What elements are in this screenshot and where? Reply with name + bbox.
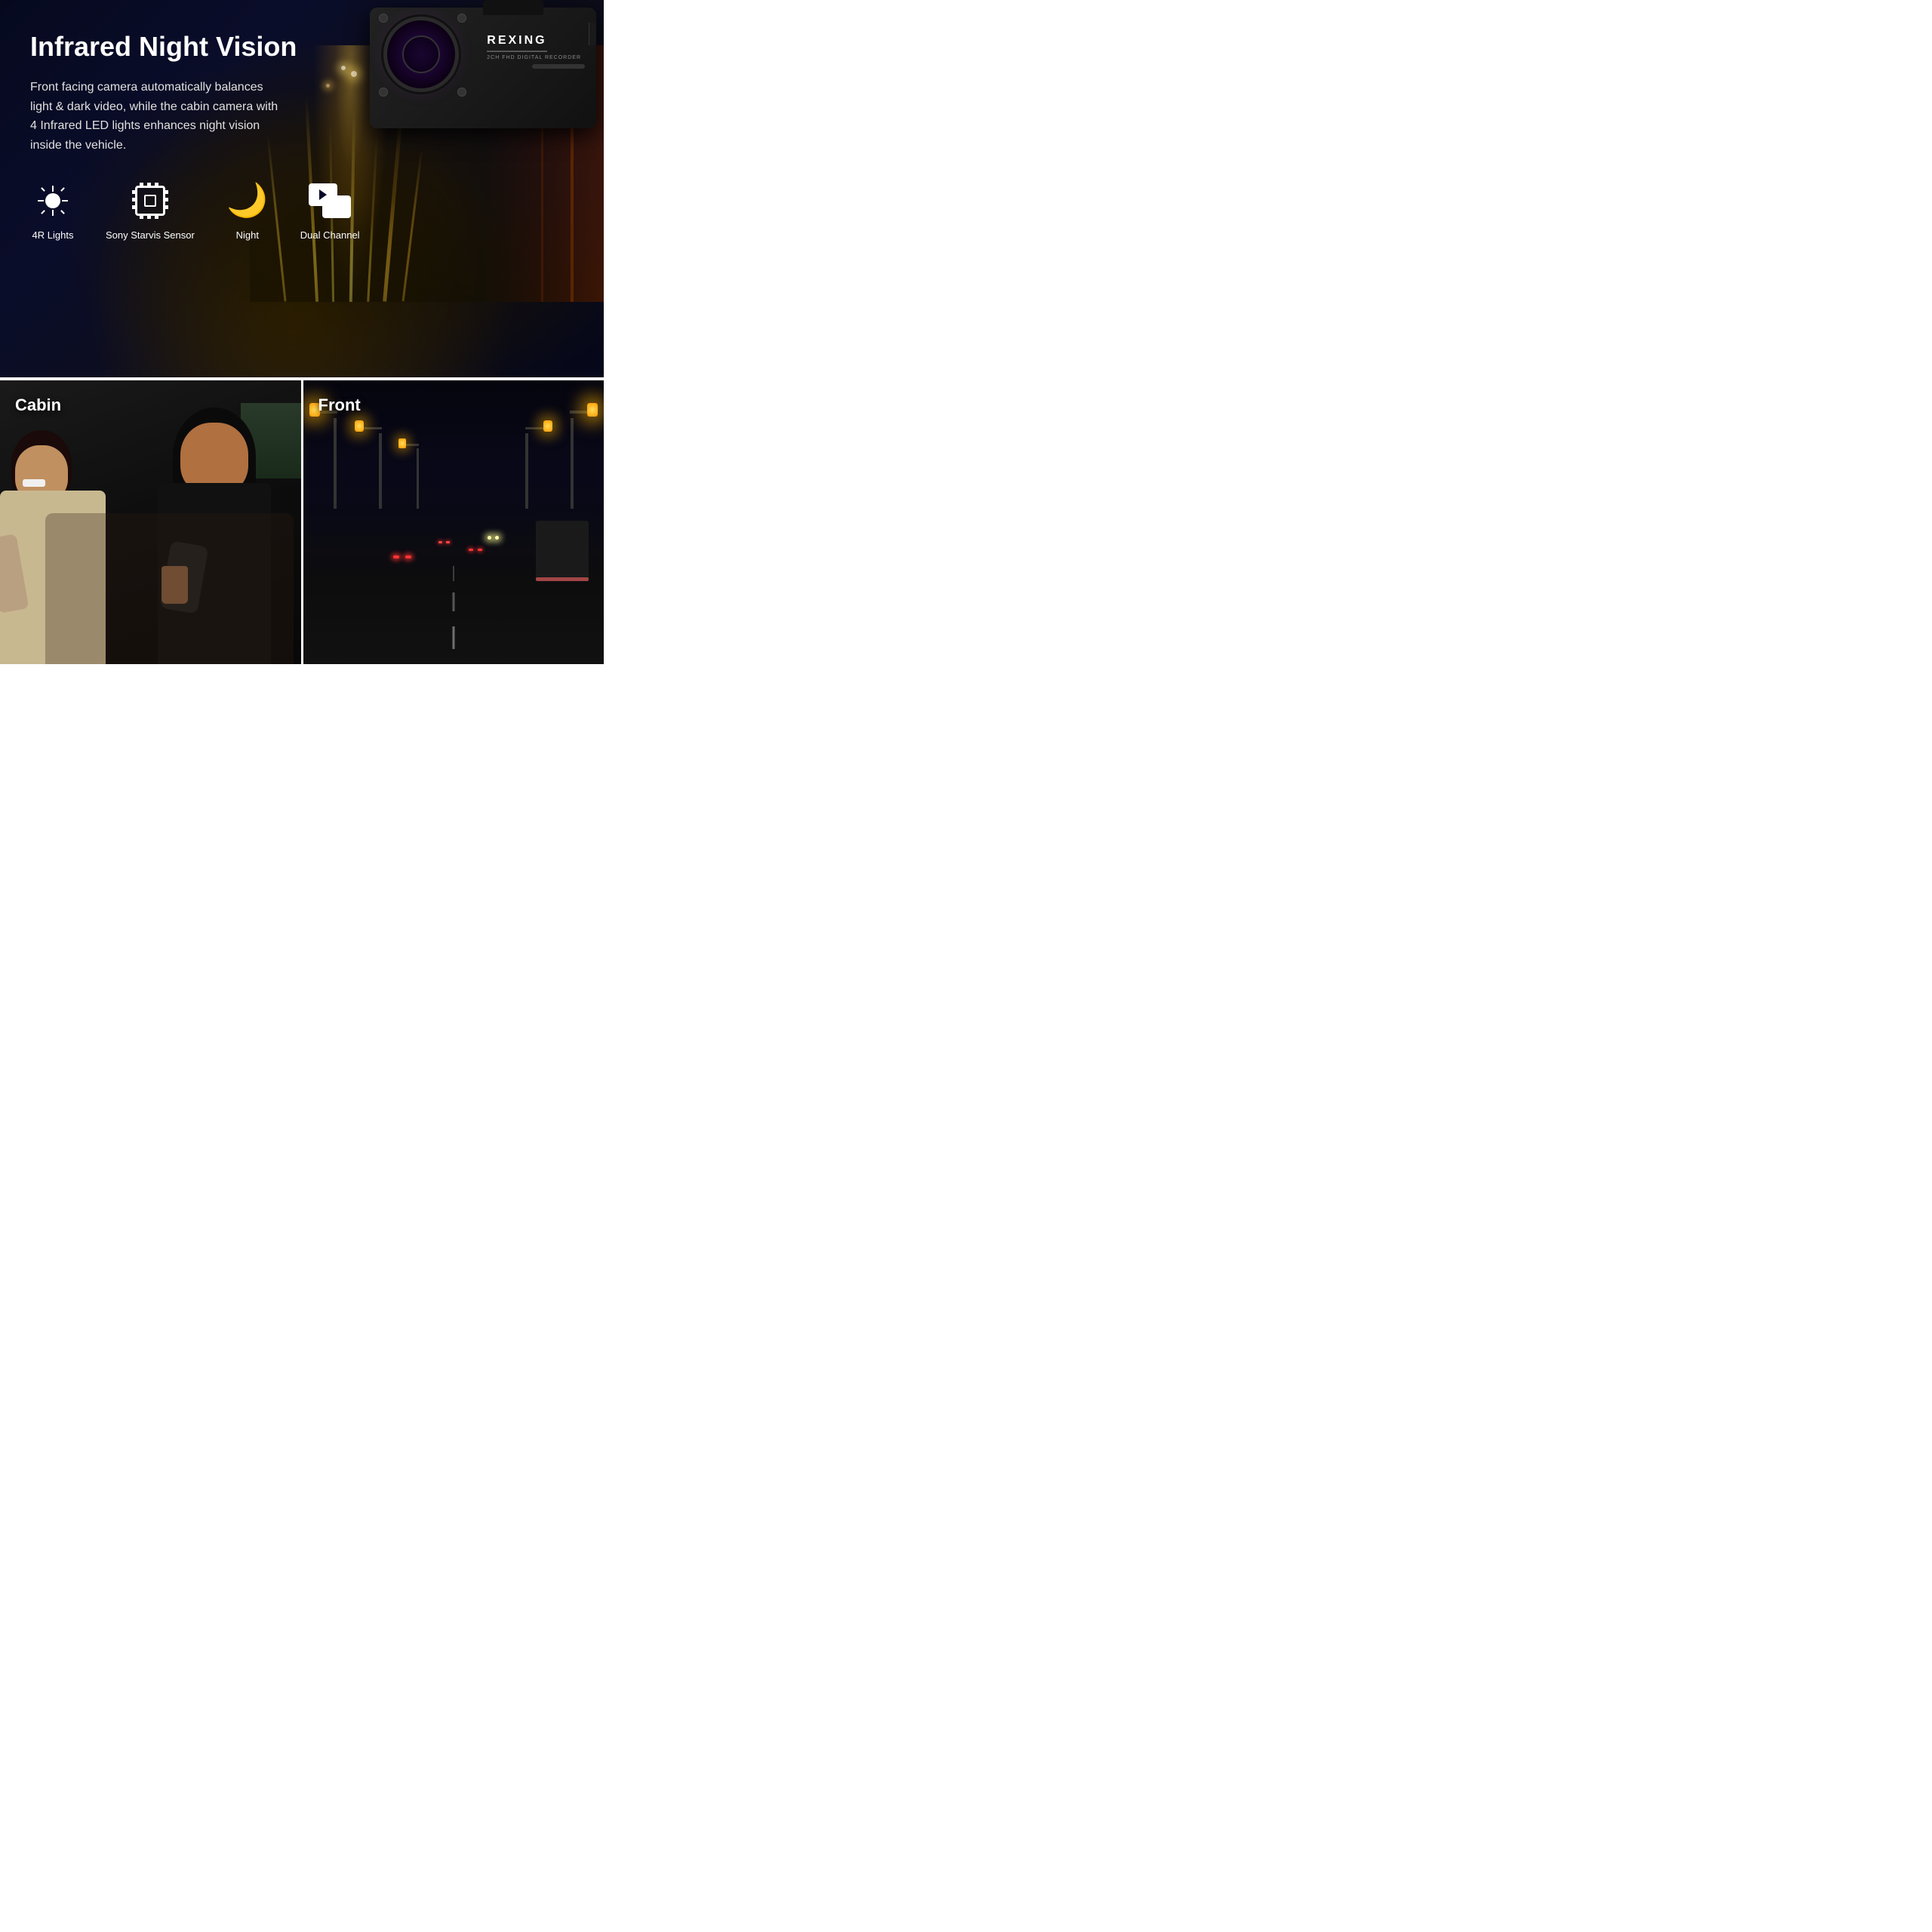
top-section: REXING 2CH FHD DIGITAL RECORDER Infrared… [0, 0, 604, 377]
ir-dot-tr [457, 14, 466, 23]
feature-night: 🌙 Night [225, 178, 270, 241]
feature-icon-4r [30, 178, 75, 223]
top-content: Infrared Night Vision Front facing camer… [30, 30, 574, 155]
ray-n [52, 186, 54, 192]
cabin-panel: Cabin [0, 380, 303, 664]
ray-e [62, 200, 68, 202]
tail-light-l2 [469, 549, 473, 551]
pin-r3 [165, 205, 168, 209]
ray-ne [60, 187, 65, 192]
car-3-lights [438, 541, 450, 543]
tail-light-r [405, 555, 411, 558]
camera-mount [483, 0, 543, 15]
pole-r2 [525, 433, 528, 509]
moon-icon: 🌙 [226, 184, 268, 217]
sun-center [45, 193, 60, 208]
ray-s [52, 210, 54, 216]
light-3 [398, 438, 406, 448]
feature-sony: Sony Starvis Sensor [106, 178, 195, 241]
feature-label-sony: Sony Starvis Sensor [106, 229, 195, 241]
pole-r1 [571, 418, 574, 509]
ray-w [38, 200, 44, 202]
car-2-lights [469, 549, 482, 551]
light-r2 [543, 420, 552, 432]
pin-l2 [132, 198, 136, 202]
feature-label-night: Night [236, 229, 259, 241]
chip-core [144, 195, 156, 207]
dual-channel-icon [309, 183, 351, 218]
truck-body [536, 521, 589, 581]
pin-l1 [132, 190, 136, 194]
oncoming-lights [488, 536, 499, 540]
pole-3 [417, 448, 419, 509]
feature-icon-sony [128, 178, 173, 223]
car-1-lights [393, 555, 411, 558]
light-r1 [587, 403, 598, 417]
chip-icon [132, 183, 168, 219]
cabin-label: Cabin [15, 395, 61, 415]
sun-icon [36, 184, 69, 217]
pole-1 [334, 418, 337, 509]
feature-icon-night: 🌙 [225, 178, 270, 223]
pin-t2 [147, 183, 151, 186]
person1-teeth [23, 479, 45, 487]
light-2 [355, 420, 364, 432]
main-description: Front facing camera automatically balanc… [30, 78, 287, 155]
features-row: 4R Lights [30, 178, 574, 248]
truck-brake-lights [536, 577, 589, 581]
main-title: Infrared Night Vision [30, 30, 574, 63]
pin-r2 [165, 198, 168, 202]
road-dash-1 [452, 626, 454, 649]
feature-label-dual: Dual Channel [300, 229, 360, 241]
front-label: Front [318, 395, 361, 415]
feature-dual: Dual Channel [300, 178, 360, 241]
pin-b3 [155, 215, 158, 219]
feature-icon-dual [307, 178, 352, 223]
headlight-2 [495, 536, 499, 540]
seat-back [45, 513, 294, 664]
tail-light-l [393, 555, 399, 558]
ray-se [60, 210, 65, 214]
tail-light-r2 [478, 549, 482, 551]
pin-b1 [140, 215, 143, 219]
ir-dot-tl [379, 14, 388, 23]
headlight-1 [488, 536, 491, 540]
pin-l3 [132, 205, 136, 209]
ray-sw [41, 210, 45, 214]
front-panel: Front [303, 380, 605, 664]
tail-light-l3 [438, 541, 442, 543]
pin-t3 [155, 183, 158, 186]
front-scene [303, 380, 605, 664]
side-button [589, 23, 596, 45]
chip-body [135, 186, 165, 216]
pin-t1 [140, 183, 143, 186]
dual-play-icon [319, 189, 327, 200]
bottom-section: Cabin [0, 377, 604, 664]
pin-r1 [165, 190, 168, 194]
pin-b2 [147, 215, 151, 219]
pole-2 [379, 433, 382, 509]
ray-nw [41, 187, 45, 192]
tail-light-r3 [446, 541, 450, 543]
feature-4r-lights: 4R Lights [30, 178, 75, 241]
cabin-scene [0, 380, 301, 664]
road-dash-3 [453, 566, 454, 581]
road-dash-2 [452, 592, 454, 611]
feature-label-4r: 4R Lights [32, 229, 74, 241]
